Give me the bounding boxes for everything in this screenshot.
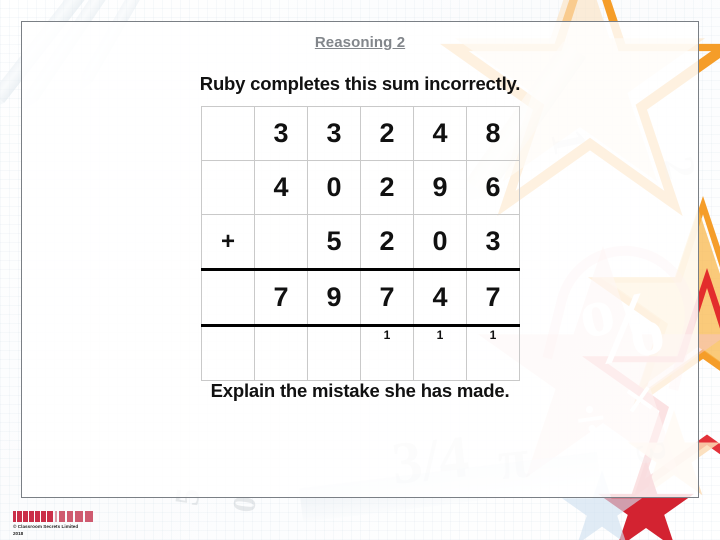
cell-carry-c3	[307, 325, 361, 381]
cell-carry-c6: 1	[466, 325, 520, 381]
cell-addend1-c5: 4	[413, 106, 467, 161]
cell-addend3-c4: 2	[360, 214, 414, 271]
cell-addend1-c6: 8	[466, 106, 520, 161]
question-prompt-text: Ruby completes this sum incorrectly.	[199, 73, 521, 94]
cell-addend3-c2	[254, 214, 308, 271]
carry-digit-c5: 1	[436, 328, 444, 342]
cell-total-c2: 7	[254, 269, 308, 327]
page-title: Reasoning 2	[314, 34, 406, 51]
carry-digit-c4: 1	[383, 328, 391, 342]
cell-carry-c2	[254, 325, 308, 381]
table-row-addend-3: + 5 2 0 3	[201, 214, 520, 271]
classroom-secrets-logo	[13, 511, 99, 523]
cell-carry-c1	[201, 325, 255, 381]
closing-prompt-text: Explain the mistake she has made.	[210, 380, 510, 401]
carry-digit-c6: 1	[489, 328, 497, 342]
cell-addend2-c5: 9	[413, 160, 467, 215]
column-addition-grid: 3 3 2 4 8 4 0 2 9 6 + 5 2 0 3 7 9 7 4 7 …	[201, 106, 520, 381]
cell-addend2-c2: 4	[254, 160, 308, 215]
cell-total-c5: 4	[413, 269, 467, 327]
cell-addend3-c3: 5	[307, 214, 361, 271]
slide-content-card: Reasoning 2 Ruby completes this sum inco…	[21, 21, 699, 498]
cell-addend1-c4: 2	[360, 106, 414, 161]
cell-total-c1	[201, 269, 255, 327]
cell-carry-c4: 1	[360, 325, 414, 381]
table-row-addend-1: 3 3 2 4 8	[201, 106, 520, 161]
cell-addend3-c5: 0	[413, 214, 467, 271]
sum-grid-body: 3 3 2 4 8 4 0 2 9 6 + 5 2 0 3 7 9 7 4 7 …	[201, 106, 520, 381]
table-row-addend-2: 4 0 2 9 6	[201, 160, 520, 215]
footer: © Classroom Secrets Limited 2018	[13, 511, 163, 536]
cell-addend2-c4: 2	[360, 160, 414, 215]
cell-addend1-c3: 3	[307, 106, 361, 161]
cell-total-c4: 7	[360, 269, 414, 327]
cell-addend2-c3: 0	[307, 160, 361, 215]
cell-addend1-c1	[201, 106, 255, 161]
cell-addend2-c1	[201, 160, 255, 215]
copyright-year: 2018	[13, 531, 24, 536]
copyright-text: © Classroom Secrets Limited	[13, 524, 79, 530]
cell-total-c6: 7	[466, 269, 520, 327]
cell-total-c3: 9	[307, 269, 361, 327]
cell-carry-c5: 1	[413, 325, 467, 381]
cell-addend3-c6: 3	[466, 214, 520, 271]
cell-addend1-c2: 3	[254, 106, 308, 161]
plus-operator-cell: +	[201, 214, 255, 271]
cell-addend2-c6: 6	[466, 160, 520, 215]
table-row-carry: 1 1 1	[201, 325, 520, 381]
table-row-total: 7 9 7 4 7	[201, 269, 520, 327]
